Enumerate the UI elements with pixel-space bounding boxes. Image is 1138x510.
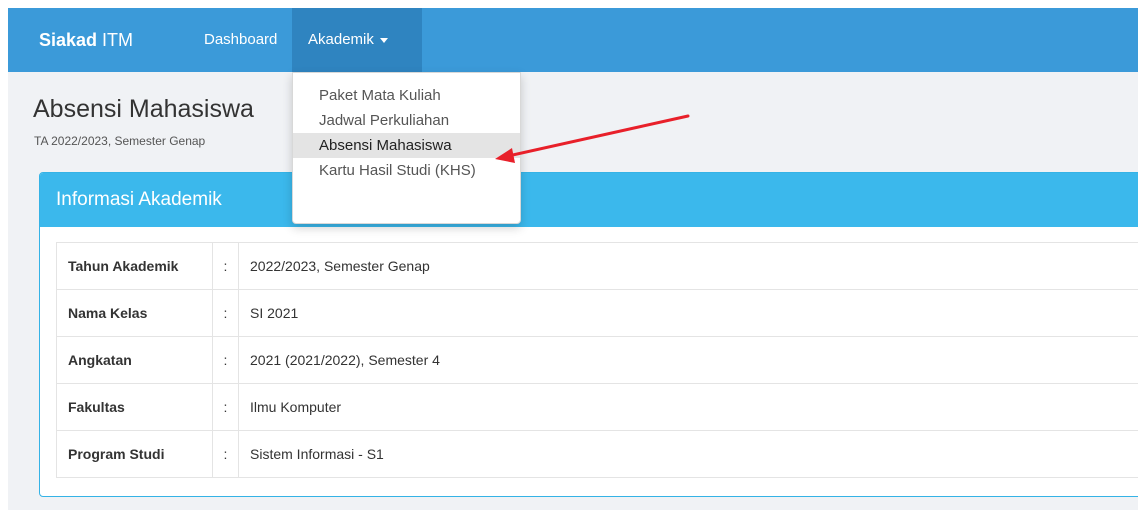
table-row: Program Studi : Sistem Informasi - S1	[56, 430, 1138, 478]
row-value: 2022/2023, Semester Genap	[238, 242, 1138, 290]
row-value: SI 2021	[238, 289, 1138, 337]
academic-info-table: Tahun Akademik : 2022/2023, Semester Gen…	[56, 242, 1138, 478]
row-value: Sistem Informasi - S1	[238, 430, 1138, 478]
page-title: Absensi Mahasiswa	[33, 95, 254, 123]
brand-logo[interactable]: Siakad ITM	[39, 8, 133, 72]
row-colon: :	[212, 289, 239, 337]
row-label: Nama Kelas	[56, 289, 213, 337]
table-row: Nama Kelas : SI 2021	[56, 289, 1138, 337]
nav-dashboard[interactable]: Dashboard	[188, 8, 293, 72]
row-value: 2021 (2021/2022), Semester 4	[238, 336, 1138, 384]
brand-name-bold: Siakad	[39, 30, 98, 50]
menu-item-kartu-hasil-studi[interactable]: Kartu Hasil Studi (KHS)	[293, 158, 520, 183]
caret-down-icon	[379, 37, 388, 43]
nav-akademik-dropdown[interactable]: Akademik	[292, 8, 422, 72]
akademik-dropdown-menu: Paket Mata Kuliah Jadwal Perkuliahan Abs…	[292, 72, 521, 224]
table-row: Angkatan : 2021 (2021/2022), Semester 4	[56, 336, 1138, 384]
nav-akademik-label: Akademik	[308, 31, 374, 48]
row-label: Program Studi	[56, 430, 213, 478]
row-label: Tahun Akademik	[56, 242, 213, 290]
menu-item-jadwal-perkuliahan[interactable]: Jadwal Perkuliahan	[293, 108, 520, 133]
menu-item-paket-mata-kuliah[interactable]: Paket Mata Kuliah	[293, 83, 520, 108]
panel-heading: Informasi Akademik	[40, 173, 1138, 227]
app-frame: Siakad ITM Dashboard Akademik Absensi Ma…	[8, 8, 1138, 510]
academic-info-panel: Informasi Akademik Tahun Akademik : 2022…	[39, 172, 1138, 497]
nav-dashboard-label: Dashboard	[204, 31, 278, 48]
row-colon: :	[212, 430, 239, 478]
table-row: Tahun Akademik : 2022/2023, Semester Gen…	[56, 242, 1138, 290]
row-label: Fakultas	[56, 383, 213, 431]
row-colon: :	[212, 383, 239, 431]
row-colon: :	[212, 242, 239, 290]
top-navbar: Siakad ITM Dashboard Akademik	[8, 8, 1138, 72]
row-colon: :	[212, 336, 239, 384]
page-subtitle: TA 2022/2023, Semester Genap	[34, 134, 206, 148]
brand-name-rest: ITM	[97, 30, 134, 50]
row-value: Ilmu Komputer	[238, 383, 1138, 431]
menu-item-absensi-mahasiswa[interactable]: Absensi Mahasiswa	[293, 133, 520, 158]
row-label: Angkatan	[56, 336, 213, 384]
table-row: Fakultas : Ilmu Komputer	[56, 383, 1138, 431]
